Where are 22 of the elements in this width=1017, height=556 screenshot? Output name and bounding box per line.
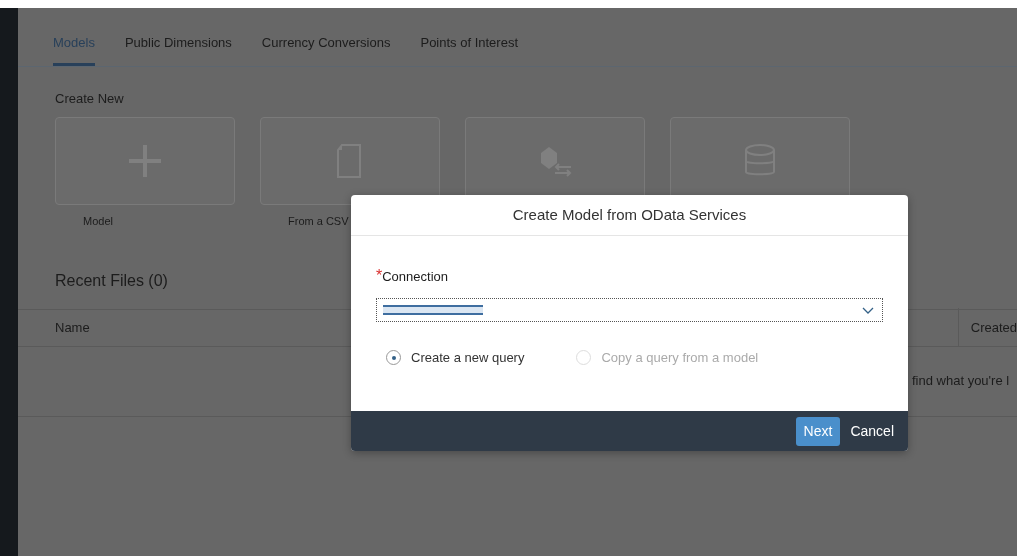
empty-message: find what you're l (912, 372, 1011, 391)
required-asterisk: * (376, 267, 383, 284)
section-title: Create New (55, 90, 125, 108)
dialog-title: Create Model from OData Services (351, 195, 908, 236)
radio-label: Copy a query from a model (601, 349, 759, 367)
cancel-button[interactable]: Cancel (846, 416, 898, 446)
column-header: Created (957, 307, 1017, 348)
chevron-down-icon (862, 306, 874, 314)
radio-label: Create a new query (411, 349, 525, 367)
create-tile[interactable] (55, 116, 235, 205)
tab[interactable]: Currency Conversions (261, 33, 391, 66)
field-label: Connection (382, 269, 448, 284)
tab[interactable]: Public Dimensions (124, 33, 232, 66)
tile-label: From a CSV (288, 213, 350, 229)
section-title: Recent Files (0) (55, 271, 168, 289)
tab[interactable]: Models (53, 33, 95, 66)
create-tile[interactable] (260, 116, 440, 205)
column-header: Name (55, 318, 90, 337)
tile-label: Model (83, 213, 114, 229)
next-button[interactable]: Next (795, 416, 841, 446)
connection-select[interactable] (376, 298, 883, 322)
tab[interactable]: Points of Interest (420, 33, 519, 66)
